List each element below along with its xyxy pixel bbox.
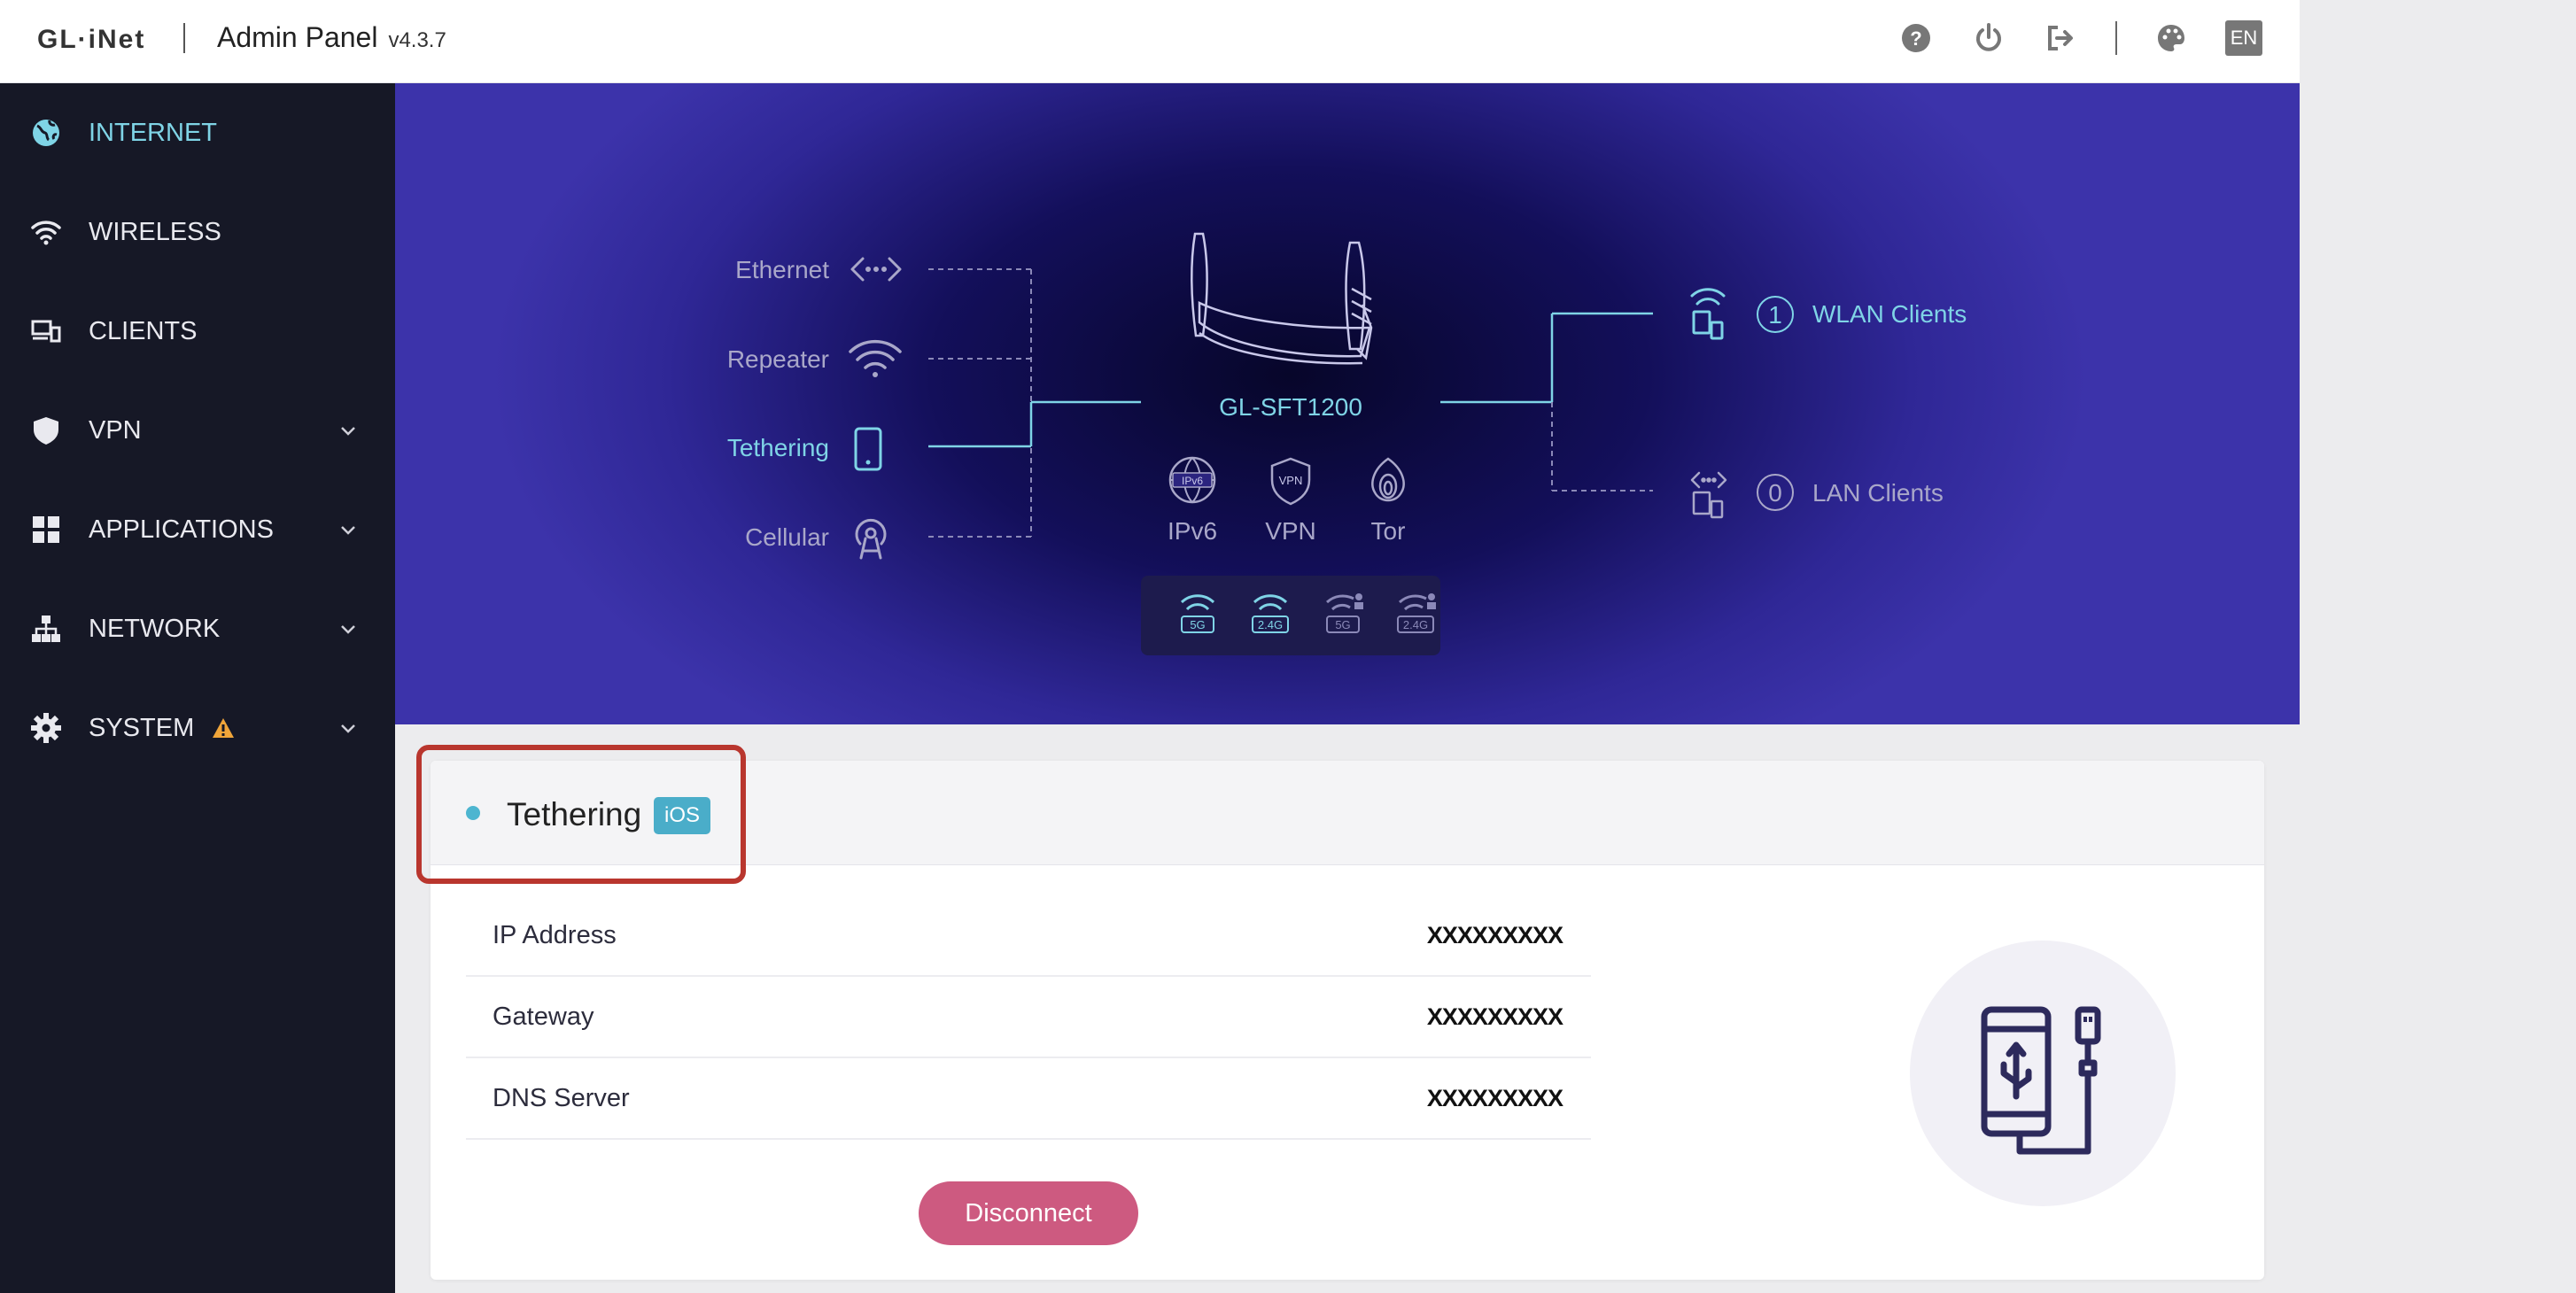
info-label: IP Address: [493, 920, 617, 949]
logout-icon[interactable]: [2043, 19, 2080, 57]
app-version: v4.3.7: [388, 28, 446, 52]
phone-icon[interactable]: [854, 427, 882, 471]
lan-clients-count-text: 0: [1768, 479, 1782, 507]
wlan-clients-count-text: 1: [1768, 301, 1782, 329]
info-row-dns-server: DNS Server XXXXXXXXX: [466, 1058, 1591, 1140]
sidebar-item-label: SYSTEM: [89, 713, 195, 742]
lan-clients-icon[interactable]: [1690, 471, 1727, 519]
wlan-clients-label[interactable]: WLAN Clients: [1812, 300, 1967, 328]
vpn-icon-text: VPN: [1279, 474, 1303, 487]
ipv6-label: IPv6: [1168, 517, 1217, 545]
phone-usb-icon: [1981, 1006, 2101, 1155]
tethering-illustration: [1910, 941, 2176, 1206]
vpn-icon[interactable]: VPN: [1270, 457, 1311, 506]
chevron-down-icon: [341, 724, 355, 733]
wlan-clients-icon[interactable]: [1690, 288, 1726, 340]
sidebar: INTERNET WIRELESS CLIENTS VPN APPLICATIO…: [0, 83, 395, 1293]
info-label: DNS Server: [493, 1083, 630, 1112]
devices-icon: [28, 314, 64, 349]
sidebar-item-label: INTERNET: [89, 118, 217, 147]
ethernet-icon[interactable]: [850, 257, 902, 282]
globe-icon: [28, 115, 64, 151]
ipv6-icon-text: IPv6: [1182, 475, 1203, 487]
sidebar-item-internet[interactable]: INTERNET: [0, 97, 395, 168]
router-name: GL-SFT1200: [1219, 393, 1362, 421]
band-label: 5G: [1190, 618, 1205, 631]
sidebar-item-label: APPLICATIONS: [89, 515, 274, 544]
info-row-ip-address: IP Address XXXXXXXXX: [466, 895, 1591, 977]
sidebar-item-wireless[interactable]: WIRELESS: [0, 197, 395, 267]
tor-icon[interactable]: [1371, 457, 1405, 502]
app-title: Admin Panel v4.3.7: [217, 21, 446, 54]
header-separator: [183, 23, 185, 53]
chevron-down-icon: [341, 427, 355, 436]
chevron-down-icon: [341, 625, 355, 634]
ipv6-icon[interactable]: IPv6: [1168, 456, 1216, 504]
chevron-down-icon: [341, 526, 355, 535]
grid-icon: [28, 512, 64, 547]
wifi-icon: [28, 214, 64, 250]
sidebar-item-applications[interactable]: APPLICATIONS: [0, 494, 395, 565]
svg-text:?: ?: [1910, 27, 1921, 50]
page-margin: [2300, 0, 2576, 1293]
sidebar-item-label: WIRELESS: [89, 217, 221, 246]
band-label: 5G: [1335, 618, 1350, 631]
network-icon: [28, 611, 64, 646]
disconnect-button[interactable]: Disconnect: [919, 1181, 1138, 1245]
wlan-clients-count: 1: [1757, 296, 1794, 333]
vpn-label: VPN: [1265, 517, 1316, 545]
source-tethering-label[interactable]: Tethering: [727, 434, 829, 461]
wifi-icon[interactable]: [849, 339, 902, 377]
highlight-annotation: [416, 745, 746, 884]
lan-clients-label[interactable]: LAN Clients: [1812, 479, 1944, 507]
info-value: XXXXXXXXX: [1426, 1003, 1563, 1030]
language-button[interactable]: EN: [2225, 20, 2262, 56]
help-icon[interactable]: ?: [1897, 19, 1935, 57]
sidebar-item-network[interactable]: NETWORK: [0, 593, 395, 664]
router-icon: [1191, 232, 1373, 365]
top-header: GL·iNet Admin Panel v4.3.7 ? EN: [0, 0, 2300, 83]
network-topology: Ethernet Repeater Tethering Cellular GL-…: [395, 83, 2300, 724]
app-title-text: Admin Panel: [217, 21, 378, 53]
sidebar-item-clients[interactable]: CLIENTS: [0, 296, 395, 367]
source-cellular-label[interactable]: Cellular: [745, 523, 829, 551]
source-ethernet-label[interactable]: Ethernet: [735, 256, 829, 283]
source-repeater-label[interactable]: Repeater: [727, 345, 829, 373]
sidebar-item-vpn[interactable]: VPN: [0, 395, 395, 466]
header-divider: [2115, 21, 2117, 55]
band-label: 2.4G: [1258, 618, 1283, 631]
sidebar-item-label: CLIENTS: [89, 316, 198, 345]
lan-clients-count: 0: [1757, 474, 1794, 511]
shield-icon: [28, 413, 64, 448]
info-value: XXXXXXXXX: [1426, 1084, 1563, 1111]
tor-label: Tor: [1371, 517, 1406, 545]
power-icon[interactable]: [1970, 19, 2007, 57]
info-value: XXXXXXXXX: [1426, 921, 1563, 948]
header-actions: ? EN: [1897, 19, 2262, 57]
sidebar-item-system[interactable]: SYSTEM: [0, 693, 395, 763]
band-label: 2.4G: [1403, 618, 1428, 631]
theme-icon[interactable]: [2153, 19, 2190, 57]
brand-logo: GL·iNet: [37, 25, 146, 54]
info-label: Gateway: [493, 1002, 594, 1031]
info-row-gateway: Gateway XXXXXXXXX: [466, 977, 1591, 1058]
warning-icon: [213, 718, 234, 738]
sidebar-item-label: VPN: [89, 415, 142, 445]
cellular-icon[interactable]: [855, 518, 887, 560]
gear-icon: [28, 710, 64, 746]
sidebar-item-label: NETWORK: [89, 614, 221, 643]
